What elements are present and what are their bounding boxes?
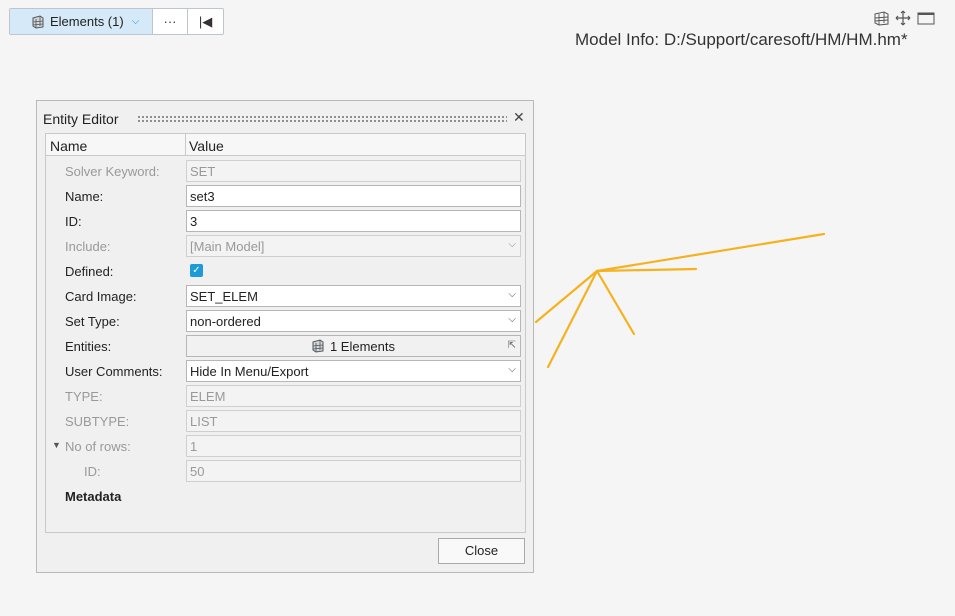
close-icon[interactable]: ✕ [513, 109, 525, 126]
column-divider[interactable] [185, 134, 186, 156]
row-set-type: Set Type: non-ordered ⌵ [46, 309, 525, 334]
chevron-down-icon: ⌵ [508, 364, 516, 375]
defined-checkbox[interactable]: ✓ [190, 264, 203, 277]
row-label: TYPE: [65, 389, 103, 404]
row-card-image: Card Image: SET_ELEM ⌵ [46, 284, 525, 309]
id-input[interactable]: 3 [186, 210, 521, 232]
property-grid: Name Value Solver Keyword: SET Name: set… [45, 133, 526, 533]
row-include: Include: [Main Model] ⌵ [46, 234, 525, 259]
set-type-select[interactable]: non-ordered ⌵ [186, 310, 521, 332]
drag-handle[interactable] [137, 115, 507, 123]
metadata-label: Metadata [65, 489, 122, 504]
row-label: Include: [65, 239, 111, 254]
subtype-field: LIST [186, 410, 521, 432]
row-user-comments: User Comments: Hide In Menu/Export ⌵ [46, 359, 525, 384]
include-select: [Main Model] ⌵ [186, 235, 521, 257]
row-label: Set Type: [65, 314, 120, 329]
cursor-corner-icon: ⇱ [507, 340, 516, 351]
chevron-down-icon: ⌵ [508, 239, 516, 250]
chevron-down-icon: ⌵ [508, 289, 516, 300]
row-type: TYPE: ELEM [46, 384, 525, 409]
row-label: Name: [65, 189, 104, 204]
no-of-rows-field: 1 [186, 435, 521, 457]
mesh-edge [595, 232, 826, 273]
row-id: ID: 3 [46, 209, 525, 234]
collapse-triangle-icon[interactable]: ▼ [52, 440, 61, 450]
user-comments-value: Hide In Menu/Export [190, 364, 309, 379]
column-header-name: Name [50, 138, 88, 154]
card-image-value: SET_ELEM [190, 289, 258, 304]
include-value: [Main Model] [190, 239, 265, 254]
user-comments-select[interactable]: Hide In Menu/Export ⌵ [186, 360, 521, 382]
sub-id-field: 50 [186, 460, 521, 482]
row-metadata: Metadata [46, 484, 525, 509]
entities-value: 1 Elements [329, 338, 396, 354]
entities-selector-button[interactable]: 1 Elements ⇱ [186, 335, 521, 357]
row-solver-keyword: Solver Keyword: SET [46, 159, 525, 184]
row-label: SUBTYPE: [65, 414, 130, 429]
mesh-edge [595, 269, 636, 336]
row-label: User Comments: [65, 364, 163, 379]
row-label: Entities: [65, 339, 112, 354]
chevron-down-icon: ⌵ [508, 314, 516, 325]
mesh-edge [534, 269, 599, 324]
type-field: ELEM [186, 385, 521, 407]
row-label: ID: [84, 464, 101, 479]
element-icon [312, 339, 324, 353]
card-image-select[interactable]: SET_ELEM ⌵ [186, 285, 521, 307]
solver-keyword-field: SET [186, 160, 521, 182]
set-type-value: non-ordered [190, 314, 261, 329]
name-input[interactable]: set3 [186, 185, 521, 207]
row-defined: Defined: ✓ [46, 259, 525, 284]
row-label: Solver Keyword: [65, 164, 160, 179]
row-label: Card Image: [65, 289, 137, 304]
close-button[interactable]: Close [438, 538, 525, 564]
row-sub-id: ID: 50 [46, 459, 525, 484]
entity-editor-dialog: Entity Editor ✕ Name Value Solver Keywor… [36, 100, 534, 573]
row-label: Defined: [65, 264, 114, 279]
column-header-value: Value [189, 138, 224, 154]
row-entities: Entities: 1 Elements ⇱ [46, 334, 525, 359]
row-subtype: SUBTYPE: LIST [46, 409, 525, 434]
row-label: No of rows: [65, 439, 131, 454]
mesh-edge [546, 269, 599, 369]
row-no-of-rows: ▼ No of rows: 1 [46, 434, 525, 459]
grid-header: Name Value [46, 134, 525, 156]
dialog-title: Entity Editor [43, 111, 119, 127]
row-name: Name: set3 [46, 184, 525, 209]
row-label: ID: [65, 214, 82, 229]
